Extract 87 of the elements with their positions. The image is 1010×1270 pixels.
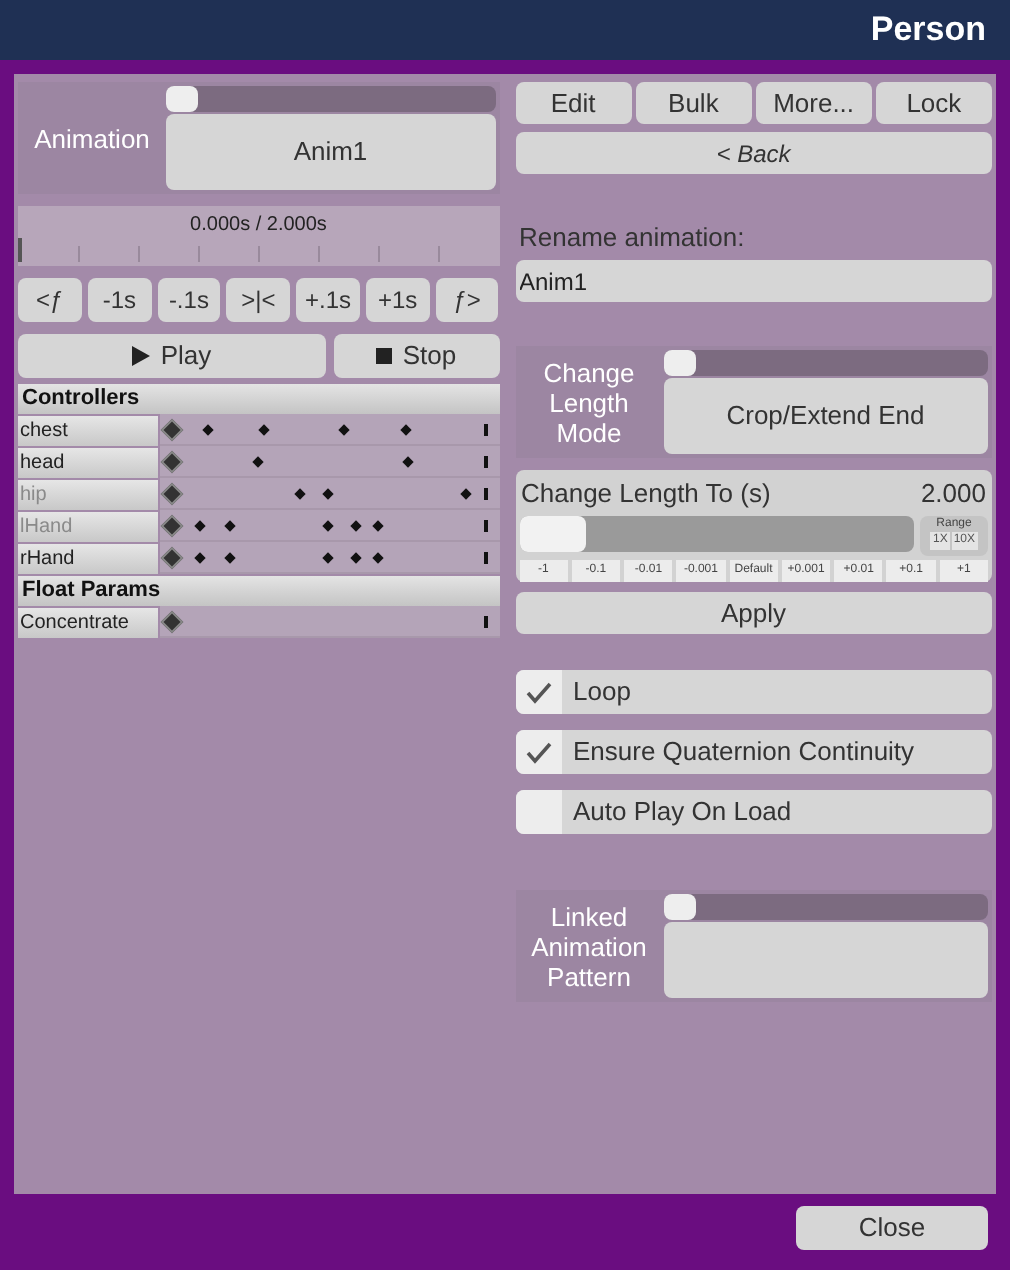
checkmark-icon (525, 741, 551, 763)
checkbox[interactable] (515, 790, 561, 834)
keyframe[interactable] (399, 424, 412, 436)
section-header: Controllers (18, 384, 499, 414)
toolbar-button[interactable]: More... (755, 82, 872, 124)
start-keyframe[interactable] (160, 610, 184, 634)
slider-thumb[interactable] (663, 350, 695, 376)
back-button[interactable]: < Back (515, 132, 992, 174)
checkbox[interactable] (515, 730, 561, 774)
track-label[interactable]: rHand (18, 543, 158, 573)
toolbar-button[interactable]: Edit (515, 82, 632, 124)
keyframe[interactable] (321, 520, 333, 532)
start-keyframe[interactable] (160, 450, 184, 474)
keyframe[interactable] (252, 456, 265, 468)
end-marker (483, 424, 487, 436)
popup-label: Animation (32, 121, 152, 157)
toolbar-button[interactable]: Lock (875, 82, 992, 124)
keyframe[interactable] (321, 552, 333, 564)
end-marker (483, 456, 487, 468)
end-marker (483, 488, 487, 500)
toggle-row[interactable]: Loop (515, 670, 992, 714)
length-slider[interactable] (519, 515, 914, 551)
start-keyframe[interactable] (160, 418, 184, 442)
step-button[interactable]: +.1s (296, 278, 360, 322)
start-keyframe[interactable] (160, 514, 184, 538)
track-label[interactable]: head (18, 447, 158, 477)
slider-thumb[interactable] (663, 894, 695, 920)
end-marker (483, 616, 487, 628)
toggle-label: Ensure Quaternion Continuity (573, 734, 915, 771)
length-mode-dropdown[interactable]: Crop/Extend End (663, 378, 988, 454)
stop-icon (376, 348, 393, 364)
keyframe[interactable] (338, 424, 350, 436)
play-icon (132, 346, 151, 366)
step-button[interactable]: +1s (365, 278, 430, 322)
slider-thumb[interactable] (166, 86, 198, 112)
track-label[interactable]: chest (18, 415, 158, 445)
keyframe[interactable] (295, 488, 307, 500)
popup-field[interactable] (663, 922, 988, 998)
step-button[interactable]: >|< (226, 278, 291, 322)
timeline-scrubber[interactable]: 0.000s / 2.000s (18, 206, 499, 266)
keyframe[interactable] (403, 456, 415, 468)
start-keyframe[interactable] (160, 482, 184, 506)
length-value: 2.000 (920, 476, 986, 512)
control-button[interactable]: Stop (334, 334, 499, 378)
toolbar-button[interactable]: Bulk (635, 82, 752, 124)
keyframe[interactable] (371, 520, 384, 532)
track-label[interactable]: Concentrate (18, 607, 158, 637)
slider-fill[interactable] (519, 515, 587, 551)
slider-track[interactable] (166, 86, 495, 112)
start-keyframe[interactable] (160, 546, 184, 570)
popup-label: Linked Animation Pattern (529, 899, 649, 995)
apply-button[interactable]: Apply (515, 592, 992, 634)
toggle-row[interactable]: Ensure Quaternion Continuity (515, 730, 992, 774)
step-button[interactable]: -.1s (157, 278, 221, 322)
close-button[interactable]: Close (796, 1206, 988, 1250)
slider-track[interactable] (663, 350, 988, 376)
step-button[interactable]: <ƒ (18, 278, 82, 322)
keyframe[interactable] (349, 520, 362, 532)
keyframe[interactable] (257, 424, 269, 436)
toggle-row[interactable]: Auto Play On Load (515, 790, 992, 834)
rename-label: Rename animation: (517, 220, 747, 250)
keyframe[interactable] (193, 520, 205, 532)
step-button[interactable]: ƒ> (435, 278, 499, 322)
popup-label: Change Length Mode (541, 355, 637, 451)
keyframe[interactable] (371, 552, 384, 564)
keyframe[interactable] (349, 552, 362, 564)
slider-track[interactable] (663, 894, 988, 920)
rename-field[interactable]: Anim1 (515, 260, 992, 302)
checkbox[interactable] (515, 670, 561, 714)
keyframe[interactable] (224, 552, 236, 564)
animation-dropdown[interactable]: Anim1 (166, 114, 495, 190)
keyframe[interactable] (224, 520, 236, 532)
section-header: Float Params (18, 576, 499, 606)
length-label: Change Length To (s) (521, 476, 771, 512)
end-marker (483, 552, 487, 564)
end-marker (483, 520, 487, 532)
toggle-label: Auto Play On Load (573, 794, 792, 831)
window-title: Person (870, 8, 986, 53)
keyframe[interactable] (321, 488, 333, 500)
keyframe[interactable] (459, 488, 471, 500)
checkmark-icon (525, 681, 551, 703)
keyframe[interactable] (202, 424, 215, 436)
toggle-label: Loop (573, 674, 631, 711)
time-readout: 0.000s / 2.000s (188, 212, 329, 240)
step-button[interactable]: -1s (87, 278, 152, 322)
keyframe[interactable] (193, 552, 205, 564)
control-button[interactable]: Play (18, 334, 326, 378)
